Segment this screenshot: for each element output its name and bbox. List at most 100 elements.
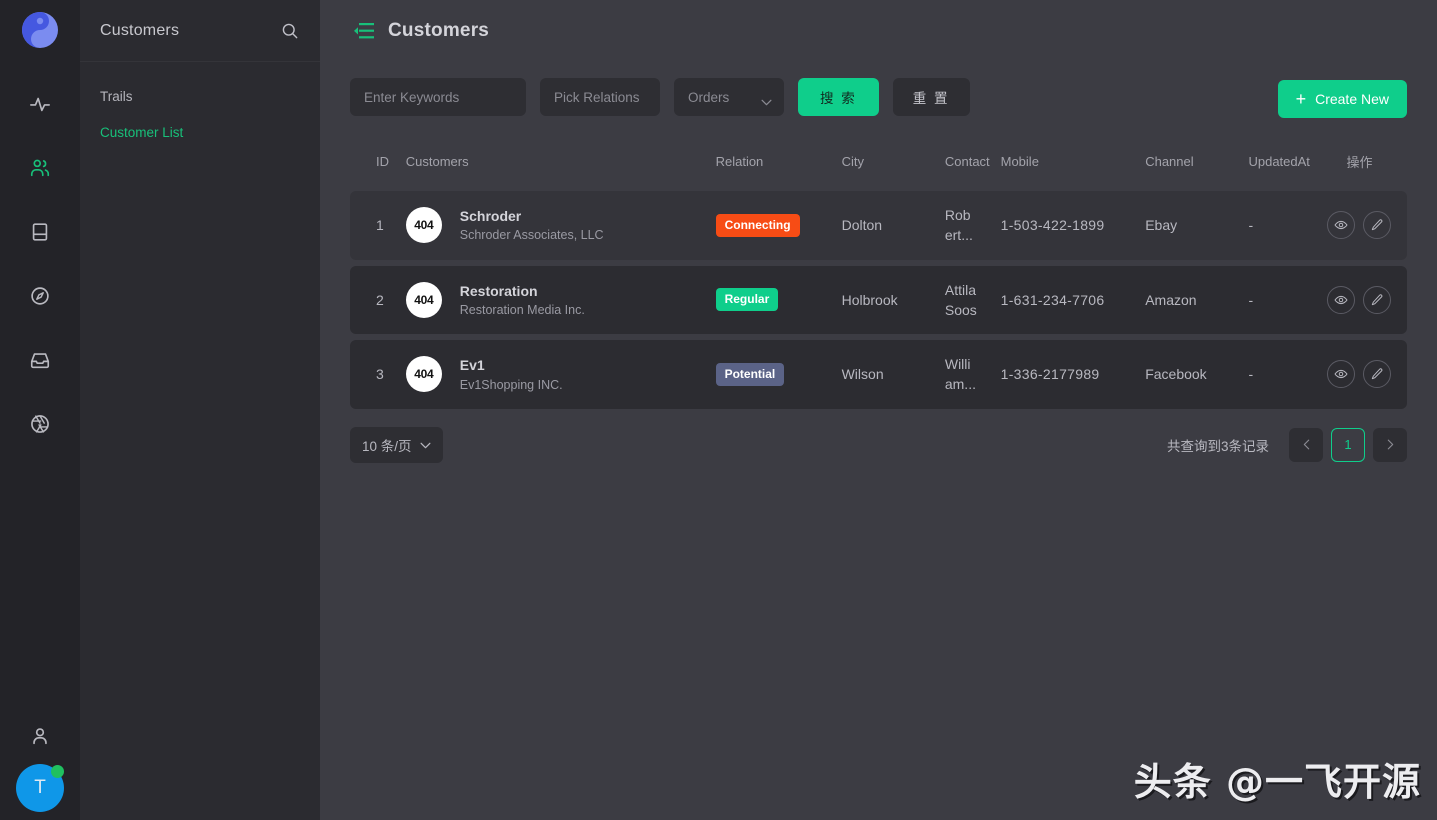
col-updatedat: UpdatedAt (1248, 154, 1310, 169)
create-new-button[interactable]: + Create New (1277, 80, 1407, 118)
cell-contact: Attila Soos (944, 265, 1001, 335)
filter-bar: Orders 搜 索 重 置 (350, 62, 1407, 116)
cell-channel: Amazon (1145, 265, 1249, 335)
relations-input[interactable] (540, 78, 660, 116)
cell-mobile: 1-503-422-1899 (1000, 191, 1146, 260)
cell-contact: Willi am... (944, 340, 1001, 409)
customer-name: Restoration (459, 282, 538, 299)
rail-item-compass[interactable] (0, 264, 80, 328)
table-head: ID Customers Relation City Contact Mobil… (350, 144, 1407, 185)
page-title: Customers (388, 20, 490, 41)
table-body: 1 404 Schroder Schroder Associates, LLC (350, 191, 1407, 409)
chevron-down-icon (420, 437, 431, 452)
user-avatar-wrap: T (16, 764, 64, 812)
cell-updatedat: - (1248, 191, 1312, 260)
customer-avatar-placeholder: 404 (405, 281, 442, 318)
sidebar: Customers Trails Customer List (80, 0, 320, 820)
customer-company: Ev1Shopping INC. (459, 377, 563, 392)
cell-mobile: 1-631-234-7706 (1000, 265, 1146, 335)
pagination-controls: 共查询到3条记录 1 (1166, 427, 1407, 462)
view-button[interactable] (1327, 211, 1356, 240)
customer-company: Restoration Media Inc. (459, 302, 585, 317)
prev-page-button[interactable] (1289, 427, 1323, 462)
table-row[interactable]: 3 404 Ev1 Ev1Shopping INC. Potential Wil… (350, 340, 1407, 409)
search-button[interactable]: 搜 索 (798, 78, 879, 116)
cell-actions (1311, 265, 1407, 335)
cell-relation: Potential (715, 340, 842, 409)
customer-avatar-placeholder: 404 (405, 207, 442, 244)
rail-item-users[interactable] (0, 136, 80, 200)
col-city: City (841, 154, 864, 169)
chevron-down-icon (761, 94, 772, 105)
edit-button[interactable] (1363, 285, 1392, 314)
cell-mobile: 1-336-2177989 (1000, 340, 1146, 409)
col-channel: Channel (1145, 154, 1194, 169)
content-topbar: Customers (320, 0, 1437, 62)
keywords-input[interactable] (350, 78, 526, 116)
sidebar-item-trails[interactable]: Trails (80, 78, 320, 114)
cell-channel: Ebay (1145, 191, 1249, 260)
cell-customer: 404 Schroder Schroder Associates, LLC (405, 191, 716, 260)
col-id: ID (376, 154, 389, 169)
search-icon[interactable] (280, 21, 300, 41)
watermark: 头条 @一飞开源 (1133, 760, 1421, 804)
cell-customer: 404 Ev1 Ev1Shopping INC. (405, 340, 716, 409)
app-logo[interactable] (20, 10, 60, 50)
cell-id: 1 (350, 191, 406, 260)
app-root: T Customers Trails Customer List Custome… (0, 0, 1437, 820)
cell-city: Holbrook (841, 265, 945, 335)
cell-actions (1311, 191, 1407, 260)
menu-fold-icon[interactable] (354, 22, 374, 40)
online-status-dot (51, 765, 64, 778)
rail-item-inbox[interactable] (0, 328, 80, 392)
rail-item-activity[interactable] (0, 72, 80, 136)
sidebar-item-customer-list[interactable]: Customer List (80, 114, 320, 150)
status-badge: Potential (715, 362, 785, 386)
customers-table: ID Customers Relation City Contact Mobil… (350, 138, 1407, 415)
next-page-button[interactable] (1373, 427, 1407, 462)
pagination: 10 条/页 共查询到3条记录 1 (350, 426, 1407, 463)
page-number-button[interactable]: 1 (1331, 427, 1365, 462)
status-badge: Regular (715, 288, 779, 312)
col-actions: 操作 (1346, 155, 1373, 170)
cell-city: Wilson (841, 340, 945, 409)
content-panel: Orders 搜 索 重 置 ID Customers Relation Cit… (350, 62, 1407, 463)
create-new-label: Create New (1315, 91, 1389, 107)
orders-select[interactable]: Orders (674, 78, 784, 116)
view-button[interactable] (1327, 285, 1356, 314)
cell-relation: Connecting (715, 191, 842, 260)
icon-rail: T (0, 0, 80, 820)
customer-name: Ev1 (459, 357, 485, 374)
customer-avatar-placeholder: 404 (405, 356, 442, 393)
page-size-select[interactable]: 10 条/页 (350, 426, 443, 463)
page-size-label: 10 条/页 (362, 438, 412, 454)
rail-item-aperture[interactable] (0, 392, 80, 456)
plus-icon: + (1295, 89, 1307, 109)
rail-item-book[interactable] (0, 200, 80, 264)
main-content: Customers + Create New Orders 搜 索 重 置 (320, 0, 1437, 820)
cell-contact: Rob ert... (944, 191, 1001, 260)
total-records-text: 共查询到3条记录 (1166, 438, 1269, 454)
customer-company: Schroder Associates, LLC (459, 228, 604, 243)
table-row[interactable]: 2 404 Restoration Restoration Media Inc. (350, 265, 1407, 335)
rail-item-profile[interactable] (0, 708, 80, 764)
table-row[interactable]: 1 404 Schroder Schroder Associates, LLC (350, 191, 1407, 260)
cell-customer: 404 Restoration Restoration Media Inc. (405, 265, 716, 335)
status-badge: Connecting (715, 213, 800, 237)
sidebar-nav: Trails Customer List (80, 62, 320, 150)
reset-button[interactable]: 重 置 (892, 78, 970, 116)
edit-button[interactable] (1363, 211, 1392, 240)
cell-relation: Regular (715, 265, 842, 335)
cell-city: Dolton (841, 191, 945, 260)
col-contact: Contact (944, 154, 990, 169)
cell-id: 2 (350, 265, 406, 335)
edit-button[interactable] (1363, 360, 1392, 389)
orders-select-label: Orders (688, 89, 730, 105)
table-header-row: ID Customers Relation City Contact Mobil… (350, 144, 1407, 185)
cell-actions (1311, 340, 1407, 409)
col-customers: Customers (405, 154, 469, 169)
cell-channel: Facebook (1145, 340, 1249, 409)
cell-updatedat: - (1248, 340, 1312, 409)
view-button[interactable] (1327, 360, 1356, 389)
sidebar-header: Customers (80, 0, 320, 62)
